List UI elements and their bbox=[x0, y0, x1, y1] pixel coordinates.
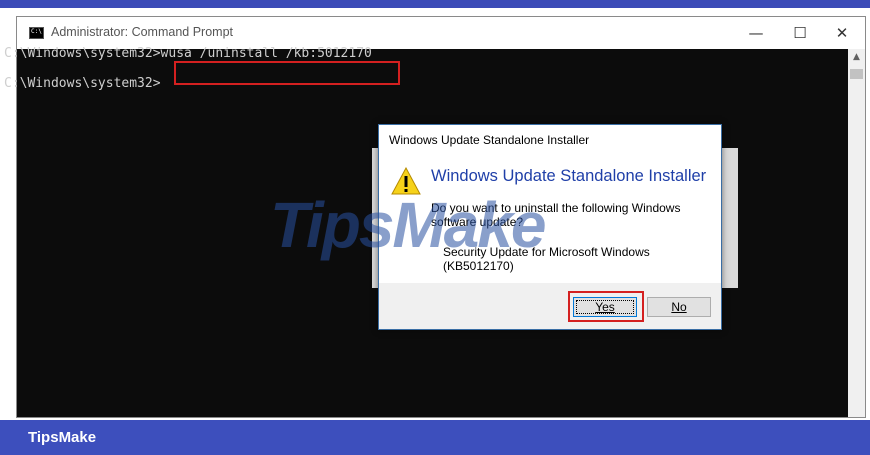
dialog-question: Do you want to uninstall the following W… bbox=[431, 201, 681, 229]
command-highlight-box bbox=[174, 61, 400, 85]
dialog-heading: Windows Update Standalone Installer bbox=[431, 167, 707, 185]
entered-command: wusa /uninstall /kb:5012170 bbox=[160, 46, 372, 61]
footer-brand-bar: TipsMake bbox=[0, 420, 870, 455]
warning-icon bbox=[391, 167, 421, 195]
title-bar[interactable]: Administrator: Command Prompt — ☐ ✕ bbox=[17, 17, 865, 49]
left-margin bbox=[0, 8, 14, 420]
minimize-button[interactable]: — bbox=[733, 17, 779, 49]
console-line-2: C:\Windows\system32> bbox=[4, 76, 161, 92]
vertical-scrollbar[interactable]: ▲ bbox=[848, 49, 865, 417]
footer-brand-text: TipsMake bbox=[28, 429, 97, 446]
close-button[interactable]: ✕ bbox=[819, 17, 865, 49]
uninstall-confirm-dialog: Windows Update Standalone Installer Wind… bbox=[378, 124, 722, 330]
dialog-button-bar: Yes No bbox=[379, 283, 721, 329]
console-line-1: C:\Windows\system32>wusa /uninstall /kb:… bbox=[4, 46, 372, 62]
screenshot-frame: Administrator: Command Prompt — ☐ ✕ ▲ C:… bbox=[0, 0, 870, 455]
maximize-button[interactable]: ☐ bbox=[777, 17, 823, 49]
prompt-text: C:\Windows\system32> bbox=[4, 76, 161, 91]
update-name: Security Update for Microsoft Windows (K… bbox=[443, 245, 650, 273]
scroll-thumb[interactable] bbox=[850, 69, 863, 79]
no-button-label: No bbox=[671, 300, 687, 314]
yes-highlight-box bbox=[568, 291, 644, 322]
top-brand-band bbox=[0, 0, 870, 8]
no-button[interactable]: No bbox=[647, 297, 711, 317]
scroll-up-arrow-icon[interactable]: ▲ bbox=[848, 49, 865, 66]
dialog-title: Windows Update Standalone Installer bbox=[389, 133, 590, 147]
prompt-text: C:\Windows\system32> bbox=[4, 46, 161, 61]
window-title: Administrator: Command Prompt bbox=[51, 25, 234, 39]
cmd-app-icon bbox=[29, 27, 44, 39]
